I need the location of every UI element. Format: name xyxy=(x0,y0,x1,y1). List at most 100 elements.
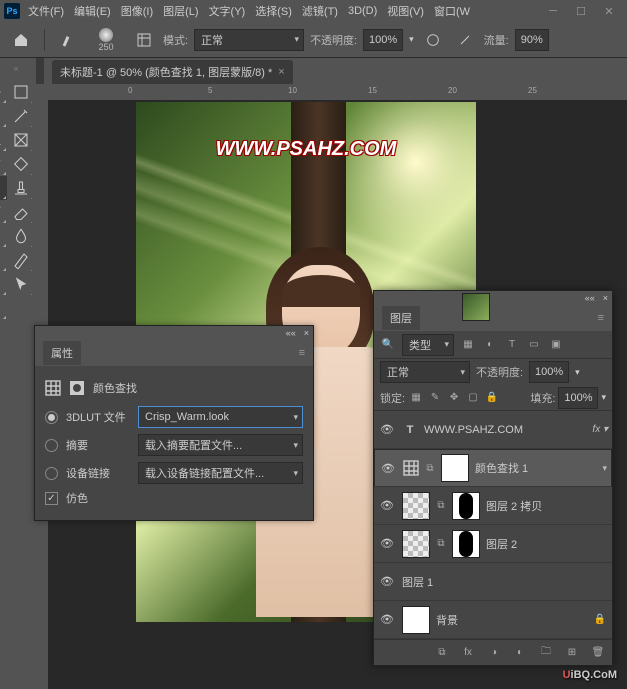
filter-pixel-icon[interactable]: ▦ xyxy=(460,338,476,352)
filter-adjust-icon[interactable]: ◐ xyxy=(482,338,498,352)
blend-mode-select[interactable]: 正常 xyxy=(380,361,470,383)
layer-thumbnail[interactable] xyxy=(402,492,430,520)
panel-menu-icon[interactable]: ≡ xyxy=(299,347,305,359)
menu-layer[interactable]: 图层(L) xyxy=(163,3,198,19)
select-3dlut[interactable]: Crisp_Warm.look xyxy=(138,406,303,428)
visibility-icon[interactable]: 👁 xyxy=(378,499,396,512)
select-abstract[interactable]: 载入摘要配置文件... xyxy=(138,434,303,456)
select-devlink[interactable]: 载入设备链接配置文件... xyxy=(138,462,303,484)
visibility-icon[interactable]: 👁 xyxy=(378,537,396,550)
mode-select[interactable]: 正常 xyxy=(194,29,304,51)
wand-tool[interactable] xyxy=(7,104,35,128)
layer-row[interactable]: 👁 T WWW.PSAHZ.COM fx ▾ xyxy=(374,411,612,449)
shape-tool[interactable] xyxy=(0,296,7,320)
link-icon[interactable]: ⧉ xyxy=(436,500,446,511)
history-brush-tool[interactable] xyxy=(0,200,7,224)
opacity-value[interactable]: 100% xyxy=(363,29,403,51)
layer-row[interactable]: 👁 ⧉ 图层 2 xyxy=(374,525,612,563)
new-adjustment-icon[interactable]: ◐ xyxy=(512,646,528,660)
radio-3dlut[interactable] xyxy=(45,411,58,424)
new-group-icon[interactable]: 🗀 xyxy=(538,646,554,660)
lock-artboard-icon[interactable]: ▢ xyxy=(465,391,481,405)
properties-tab[interactable]: 属性 xyxy=(43,341,81,365)
layers-tab[interactable]: 图层 xyxy=(382,306,420,330)
visibility-icon[interactable]: 👁 xyxy=(378,423,396,436)
lock-position-icon[interactable]: ✥ xyxy=(446,391,462,405)
panel-collapse-icon[interactable]: «« xyxy=(286,328,296,338)
flow-value[interactable]: 90% xyxy=(515,29,549,51)
close-button[interactable]: ✕ xyxy=(595,0,623,22)
filter-kind-select[interactable]: 类型 xyxy=(402,334,454,356)
filter-shape-icon[interactable]: ▭ xyxy=(526,338,542,352)
menu-file[interactable]: 文件(F) xyxy=(28,3,64,19)
menu-window[interactable]: 窗口(W xyxy=(434,3,470,19)
brush-preview[interactable]: 250 xyxy=(87,28,125,52)
document-tab[interactable]: 未标题-1 @ 50% (颜色查找 1, 图层蒙版/8) * × xyxy=(52,60,293,84)
brush-panel-icon[interactable] xyxy=(131,27,157,53)
lock-brush-icon[interactable]: ✎ xyxy=(427,391,443,405)
radio-abstract[interactable] xyxy=(45,439,58,452)
eraser-tool[interactable] xyxy=(7,200,35,224)
add-mask-icon[interactable]: ◑ xyxy=(486,646,502,660)
visibility-icon[interactable]: 👁 xyxy=(379,462,397,475)
move-tool[interactable] xyxy=(0,80,7,104)
fill-value[interactable]: 100% xyxy=(558,387,598,409)
tool-preset-icon[interactable] xyxy=(55,27,81,53)
blur-tool[interactable] xyxy=(7,224,35,248)
menu-view[interactable]: 视图(V) xyxy=(387,3,424,19)
menu-type[interactable]: 文字(Y) xyxy=(209,3,246,19)
panel-close-icon[interactable]: × xyxy=(304,328,309,338)
filter-type-icon[interactable]: T xyxy=(504,338,520,352)
new-layer-icon[interactable]: ⊞ xyxy=(564,646,580,660)
tab-close-icon[interactable]: × xyxy=(278,66,284,78)
home-icon[interactable] xyxy=(8,27,34,53)
pen-tool[interactable] xyxy=(7,248,35,272)
delete-layer-icon[interactable]: 🗑 xyxy=(590,646,606,660)
eyedropper-tool[interactable] xyxy=(0,152,7,176)
layer-row[interactable]: 👁 图层 1 xyxy=(374,563,612,601)
layers-menu-icon[interactable]: ≡ xyxy=(598,312,604,324)
airbrush-icon[interactable] xyxy=(452,27,478,53)
layer-row[interactable]: 👁 ⧉ 图层 2 拷贝 xyxy=(374,487,612,525)
layer-thumbnail[interactable] xyxy=(402,606,430,634)
mask-thumbnail[interactable] xyxy=(452,530,480,558)
layer-style-icon[interactable]: fx xyxy=(460,646,476,660)
layer-row[interactable]: 👁 背景 🔒 xyxy=(374,601,612,639)
maximize-button[interactable]: ☐ xyxy=(567,0,595,22)
check-dither[interactable] xyxy=(45,492,58,505)
menu-3d[interactable]: 3D(D) xyxy=(348,5,377,17)
lock-pixels-icon[interactable]: ▦ xyxy=(408,391,424,405)
brush-tool[interactable] xyxy=(0,176,7,200)
gradient-tool[interactable] xyxy=(0,224,7,248)
path-select-tool[interactable] xyxy=(7,272,35,296)
link-icon[interactable]: ⧉ xyxy=(425,463,435,474)
link-icon[interactable]: ⧉ xyxy=(436,538,446,549)
pressure-opacity-icon[interactable] xyxy=(420,27,446,53)
mask-thumbnail[interactable] xyxy=(441,454,469,482)
collapse-arrows-icon[interactable]: « xyxy=(0,62,32,74)
fx-badge[interactable]: fx ▾ xyxy=(592,424,608,435)
lasso-tool[interactable] xyxy=(0,104,7,128)
link-layers-icon[interactable]: ⧉ xyxy=(434,646,450,660)
visibility-icon[interactable]: 👁 xyxy=(378,613,396,626)
menu-filter[interactable]: 滤镜(T) xyxy=(302,3,338,19)
frame-tool[interactable] xyxy=(7,128,35,152)
minimize-button[interactable]: ─ xyxy=(539,0,567,22)
layer-opacity-value[interactable]: 100% xyxy=(529,361,569,383)
layers-close-icon[interactable]: × xyxy=(603,293,608,303)
layer-thumbnail[interactable] xyxy=(402,530,430,558)
visibility-icon[interactable]: 👁 xyxy=(378,575,396,588)
menu-image[interactable]: 图像(I) xyxy=(121,3,153,19)
heal-tool[interactable] xyxy=(7,152,35,176)
stamp-tool[interactable] xyxy=(7,176,35,200)
artboard-tool[interactable] xyxy=(7,80,35,104)
lock-all-icon[interactable]: 🔒 xyxy=(484,391,500,405)
dodge-tool[interactable] xyxy=(0,248,7,272)
crop-tool[interactable] xyxy=(0,128,7,152)
menu-select[interactable]: 选择(S) xyxy=(255,3,292,19)
layer-row[interactable]: 👁 ⧉ 颜色查找 1 xyxy=(374,449,612,487)
menu-edit[interactable]: 编辑(E) xyxy=(74,3,111,19)
mask-thumbnail[interactable] xyxy=(452,492,480,520)
filter-smart-icon[interactable]: ▣ xyxy=(548,338,564,352)
layers-collapse-icon[interactable]: «« xyxy=(585,293,595,303)
